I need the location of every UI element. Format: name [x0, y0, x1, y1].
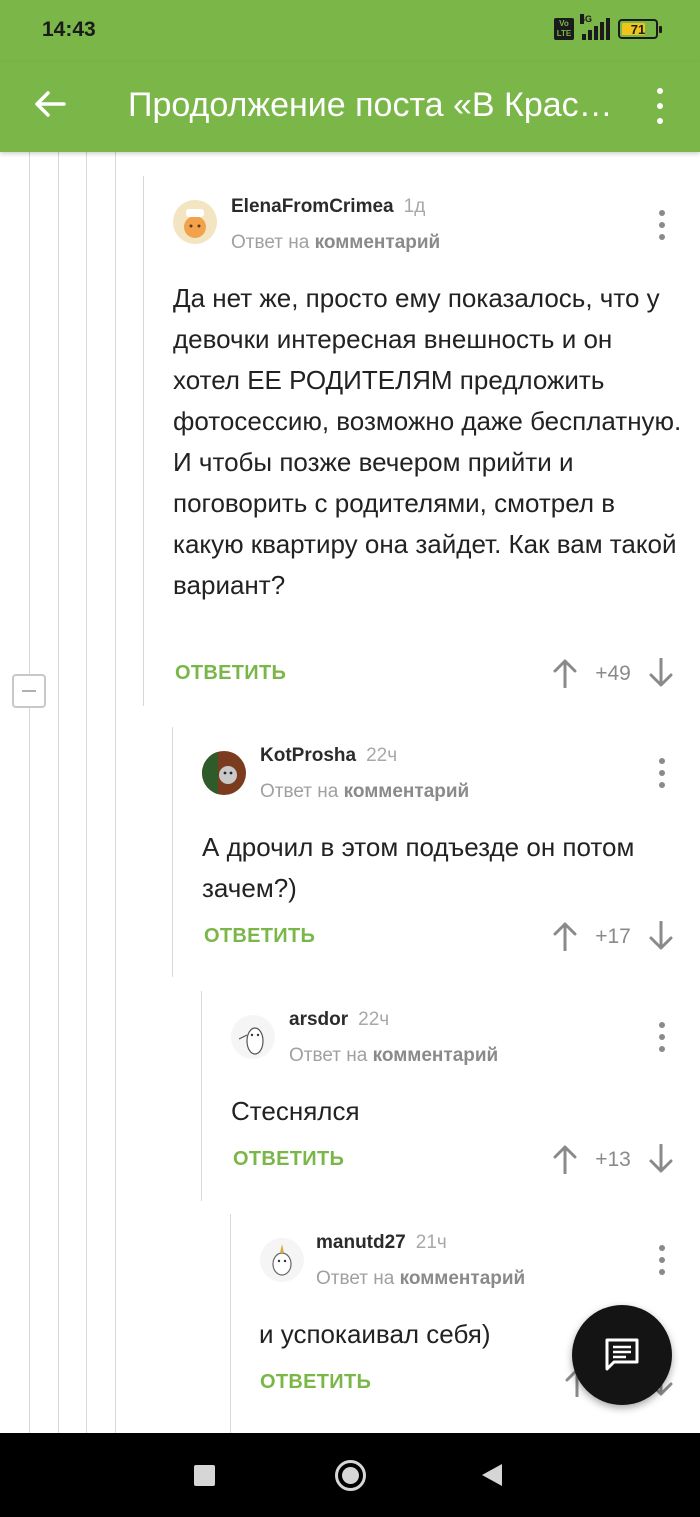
reply-to: Ответ на комментарий: [231, 232, 441, 253]
reply-to: Ответ на комментарий: [260, 781, 470, 802]
thread-line: [172, 727, 173, 977]
more-vert-icon: [659, 758, 665, 764]
comment-icon: [605, 1338, 639, 1371]
reply-button[interactable]: ОТВЕТИТЬ: [175, 662, 286, 685]
comment-rating: +13: [595, 1148, 631, 1171]
more-vert-icon: [659, 210, 665, 216]
thread-line: [201, 991, 202, 1201]
reply-button[interactable]: ОТВЕТИТЬ: [204, 925, 315, 948]
system-nav-bar: [0, 1433, 700, 1517]
comment-text: Да нет же, просто ему показалось, что у …: [173, 283, 682, 600]
battery-level: 71: [630, 21, 646, 37]
avatar[interactable]: [231, 1015, 275, 1059]
comment: KotProsha 22ч Ответ на комментарий А дроч…: [172, 727, 700, 977]
signal-icon: 4G: [580, 14, 610, 40]
reply-to-link[interactable]: комментарий: [344, 781, 470, 802]
back-triangle-icon[interactable]: [482, 1464, 502, 1486]
comment-author[interactable]: manutd27 21ч: [316, 1232, 447, 1254]
comment-menu-button[interactable]: [658, 210, 666, 240]
comment-rating: +17: [595, 925, 631, 948]
vote-up-icon[interactable]: [552, 658, 578, 688]
thread-line: [143, 176, 144, 706]
thread-line: [86, 152, 87, 1433]
thread-line: [29, 152, 30, 1433]
thread-line: [230, 1214, 231, 1433]
comment-menu-button[interactable]: [658, 1245, 666, 1275]
reply-to-link[interactable]: комментарий: [400, 1268, 526, 1289]
more-vert-icon: [659, 1022, 665, 1028]
comment-author[interactable]: arsdor 22ч: [289, 1009, 389, 1031]
avatar[interactable]: [260, 1238, 304, 1282]
vote-down-icon[interactable]: [648, 658, 674, 688]
comment-rating: +49: [595, 662, 631, 685]
vote-down-icon[interactable]: [648, 921, 674, 951]
network-type: 4G: [580, 14, 593, 24]
comment-author[interactable]: ElenaFromCrimea 1д: [231, 196, 425, 218]
collapse-thread-button[interactable]: [12, 674, 46, 708]
comment: ElenaFromCrimea 1д Ответ на комментарий Д…: [143, 176, 700, 706]
reply-to: Ответ на комментарий: [289, 1045, 499, 1066]
comment-age: 1д: [403, 196, 426, 217]
more-vert-icon: [657, 88, 663, 94]
comment-menu-button[interactable]: [658, 1022, 666, 1052]
vote-down-icon[interactable]: [648, 1144, 674, 1174]
vote-up-icon[interactable]: [552, 1144, 578, 1174]
vote-up-icon[interactable]: [552, 921, 578, 951]
recents-square-icon[interactable]: [194, 1465, 215, 1486]
battery-icon: 71: [618, 19, 662, 39]
thread-line: [115, 152, 116, 1433]
status-bar: 14:43 Vo LTE 4G 71: [0, 0, 700, 62]
comment-age: 21ч: [415, 1232, 447, 1253]
page-title: Продолжение поста «В Краснодаре задержал…: [128, 86, 618, 124]
comment-text: А дрочил в этом подъезде он потом зачем?…: [202, 832, 635, 903]
reply-button[interactable]: ОТВЕТИТЬ: [233, 1148, 344, 1171]
arrow-left-icon: [35, 91, 66, 117]
add-comment-button[interactable]: [572, 1305, 672, 1405]
reply-button[interactable]: ОТВЕТИТЬ: [260, 1371, 371, 1394]
overflow-menu-button[interactable]: [648, 84, 672, 128]
status-time: 14:43: [42, 18, 96, 41]
comment-menu-button[interactable]: [658, 758, 666, 788]
avatar[interactable]: [173, 200, 217, 244]
comment: arsdor 22ч Ответ на комментарий Стеснялся…: [201, 991, 700, 1201]
reply-to-link[interactable]: комментарий: [315, 232, 441, 253]
app-bar: Продолжение поста «В Краснодаре задержал…: [0, 62, 700, 152]
reply-to-link[interactable]: комментарий: [373, 1045, 499, 1066]
volte-icon: Vo LTE: [554, 18, 574, 40]
avatar[interactable]: [202, 751, 246, 795]
reply-to: Ответ на комментарий: [316, 1268, 526, 1289]
home-circle-icon[interactable]: [335, 1460, 366, 1491]
thread-line: [58, 152, 59, 1433]
status-icons: Vo LTE 4G 71: [554, 14, 662, 40]
more-vert-icon: [659, 1245, 665, 1251]
comment-age: 22ч: [358, 1009, 390, 1030]
comment-age: 22ч: [366, 745, 398, 766]
comment-author[interactable]: KotProsha 22ч: [260, 745, 397, 767]
back-button[interactable]: [30, 84, 70, 124]
comment-text: Стеснялся: [231, 1096, 360, 1126]
